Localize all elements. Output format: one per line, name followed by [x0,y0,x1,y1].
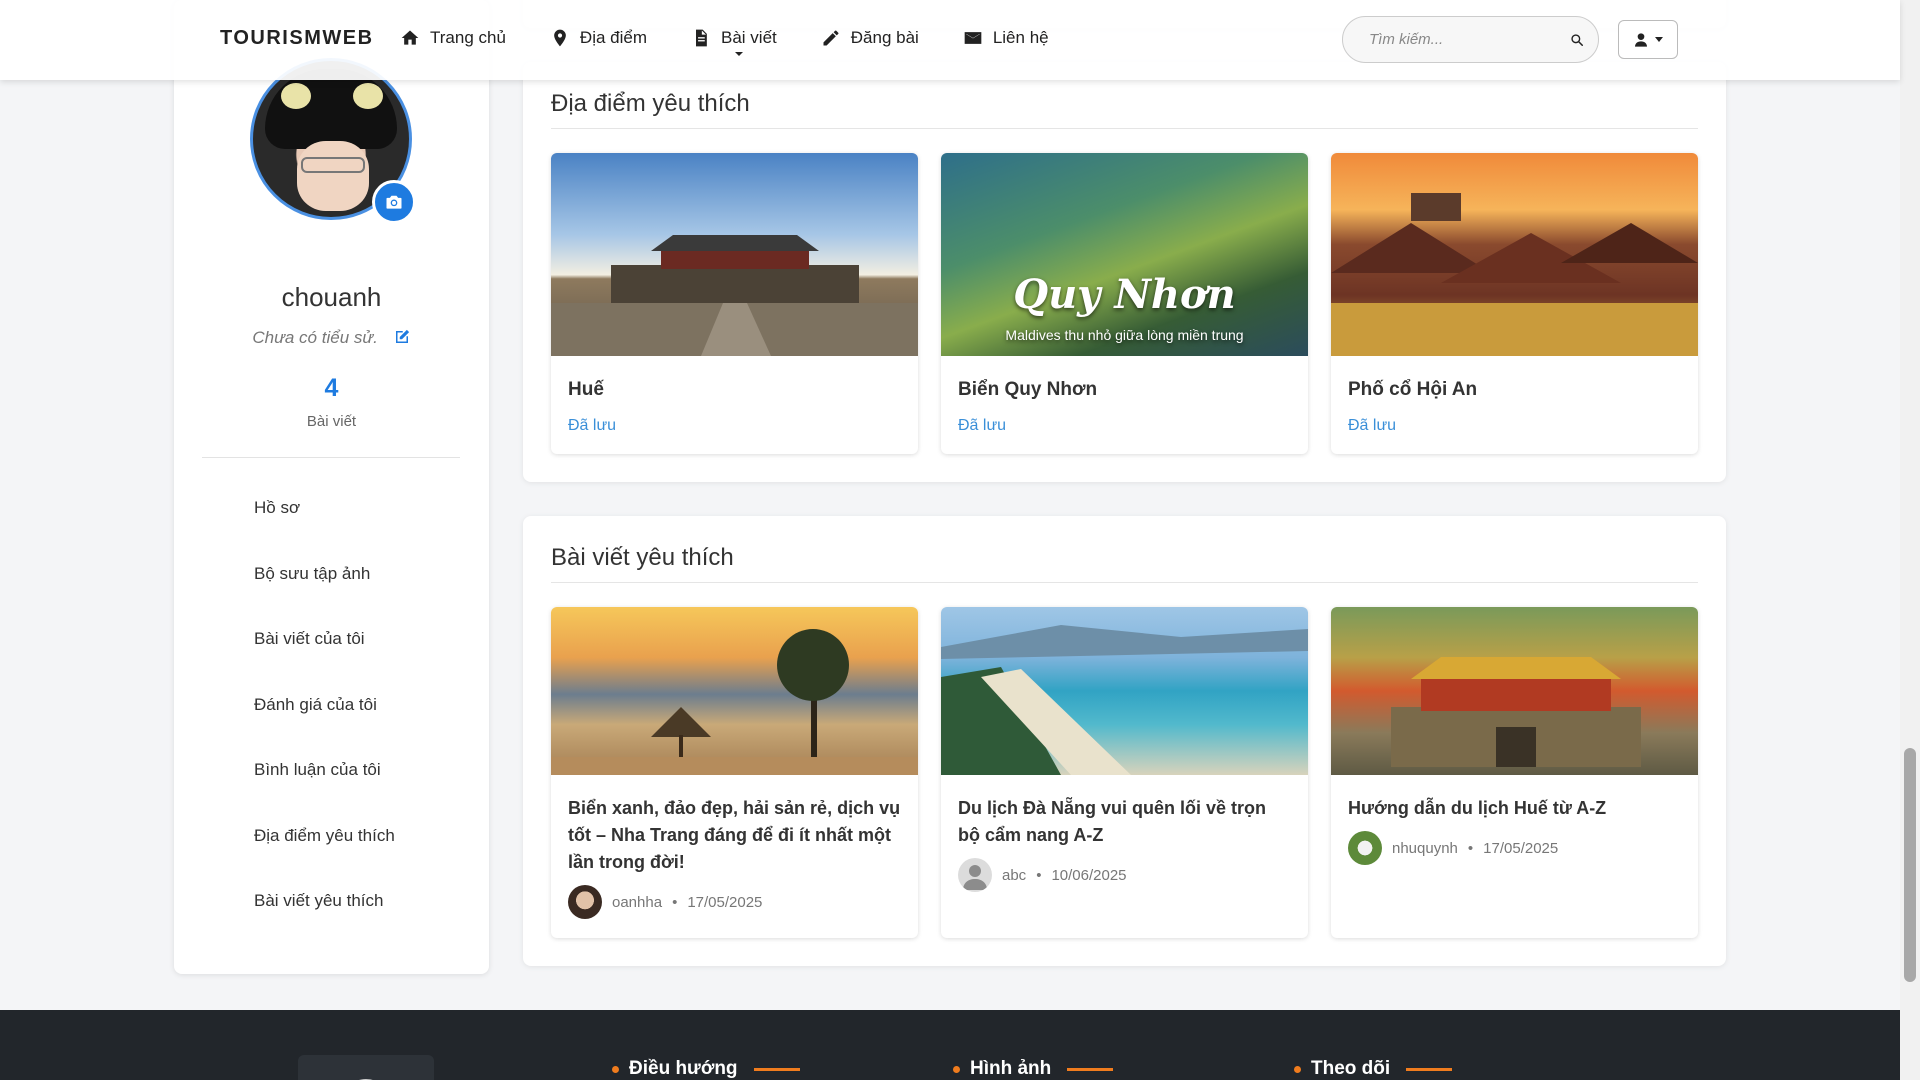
chevron-down-icon [735,52,744,56]
search-icon[interactable] [1570,29,1584,51]
sidebar-item-my-reviews[interactable]: Đánh giá của tôi [254,694,395,760]
bio-line: Chưa có tiểu sử. [174,328,489,348]
section-title: Địa điểm yêu thích [551,90,750,117]
footer-heading-label: Điều hướng [629,1058,738,1079]
divider [551,128,1698,129]
post-date: 10/06/2025 [1051,866,1127,884]
meta-separator: • [672,893,678,911]
post-card[interactable]: Du lịch Đà Nẵng vui quên lối về trọn bộ … [941,607,1308,938]
file-icon [696,29,707,47]
camera-icon [386,195,402,209]
home-icon [401,30,419,45]
footer-heading-navigation: Điều hướng [612,1058,800,1080]
meta-separator: • [1467,839,1474,857]
post-count: 4 [324,374,339,402]
post-meta: nhuquynh • 17/05/2025 [1348,831,1558,865]
footer-heading-label: Hình ảnh [970,1058,1052,1079]
divider [202,457,460,458]
post-title: Du lịch Đà Nẵng vui quên lối về trọn bộ … [958,798,1267,845]
nav-contact-label: Liên hệ [992,28,1049,47]
nav-links: Trang chủ Địa điểm Bài viết Đăng bài Liê… [400,28,1093,56]
sidebar-item-profile[interactable]: Hồ sơ [254,497,395,563]
saved-link[interactable]: Đã lưu [568,417,616,435]
sidebar-item-my-posts[interactable]: Bài viết của tôi [254,628,395,694]
top-navbar: TOURISMWEB Trang chủ Địa điểm Bài viết Đ… [0,0,1900,80]
post-image [1331,607,1698,775]
change-avatar-button[interactable] [372,180,416,224]
section-title: Bài viết yêu thích [551,544,734,571]
place-card[interactable]: Huế Đã lưu [551,153,918,454]
sidebar-item-my-comments[interactable]: Bình luận của tôi [254,759,395,825]
nav-write-label: Đăng bài [850,28,919,47]
saved-link[interactable]: Đã lưu [1348,417,1396,435]
search-input[interactable] [1369,31,1570,48]
user-menu-button[interactable] [1618,20,1678,59]
search-box [1342,16,1599,63]
divider [551,582,1698,583]
nav-write[interactable]: Đăng bài [821,28,919,48]
post-meta: abc • 10/06/2025 [958,858,1127,892]
post-count-label: Bài viết [306,413,357,430]
place-title: Huế [568,379,604,400]
site-footer: Điều hướng Hình ảnh Theo dõi [0,1010,1900,1080]
nav-places[interactable]: Địa điểm [550,28,647,48]
nav-home[interactable]: Trang chủ [400,28,506,48]
post-image [941,607,1308,775]
bio-text: Chưa có tiểu sử. [252,328,378,347]
place-title: Biển Quy Nhơn [958,379,1098,400]
footer-heading-follow: Theo dõi [1294,1058,1453,1080]
nav-home-label: Trang chủ [430,28,506,47]
map-pin-icon [554,29,566,47]
saved-link[interactable]: Đã lưu [958,417,1006,435]
envelope-icon [964,32,982,44]
brand-logo[interactable]: TOURISMWEB [220,27,374,50]
nav-contact[interactable]: Liên hệ [963,28,1049,48]
post-author: nhuquynh [1392,839,1458,857]
place-image [551,153,918,356]
chevron-down-icon [1655,37,1663,42]
image-subcaption: Maldives thu nhỏ giữa lòng miền trung [1005,327,1244,343]
sidebar-item-favorite-posts[interactable]: Bài viết yêu thích [254,890,395,956]
post-card[interactable]: Biển xanh, đảo đẹp, hải sản rẻ, dịch vụ … [551,607,918,938]
place-card[interactable]: Quy Nhơn Maldives thu nhỏ giữa lòng miền… [941,153,1308,454]
post-author: abc [1002,866,1027,884]
post-image [551,607,918,775]
footer-heading-label: Theo dõi [1311,1058,1391,1079]
place-image: Quy Nhơn Maldives thu nhỏ giữa lòng miền… [941,153,1308,356]
edit-icon[interactable] [393,328,411,346]
meta-separator: • [1036,866,1042,884]
sidebar-item-gallery[interactable]: Bộ sưu tập ảnh [254,563,395,629]
image-caption: Quy Nhơn [1013,271,1236,318]
post-date: 17/05/2025 [1483,839,1559,857]
post-author: oanhha [612,893,663,911]
author-avatar [568,885,602,919]
post-title: Biển xanh, đảo đẹp, hải sản rẻ, dịch vụ … [568,798,901,872]
place-card[interactable]: Phố cổ Hội An Đã lưu [1331,153,1698,454]
nav-places-label: Địa điểm [579,28,648,47]
nav-posts[interactable]: Bài viết [691,28,777,56]
favorite-places-section: Địa điểm yêu thích Huế Đã lưu Quy Nhơn M… [523,62,1726,482]
place-image [1331,153,1698,356]
username: chouanh [281,282,382,312]
post-date: 17/05/2025 [687,893,763,911]
post-card[interactable]: Hướng dẫn du lịch Huế từ A-Z nhuquynh • … [1331,607,1698,938]
nav-posts-label: Bài viết [721,28,777,47]
post-title: Hướng dẫn du lịch Huế từ A-Z [1348,798,1607,818]
author-avatar [1348,831,1382,865]
post-meta: oanhha • 17/05/2025 [568,885,762,919]
pencil-icon [823,30,839,46]
favorite-posts-section: Bài viết yêu thích Biển xanh, đảo đẹp, h… [523,516,1726,966]
user-icon [1635,32,1647,47]
sidebar-item-favorite-places[interactable]: Địa điểm yêu thích [254,825,395,891]
author-avatar [958,858,992,892]
profile-sidebar: chouanh Chưa có tiểu sử. 4 Bài viết Hồ s… [174,0,489,974]
sidebar-menu: Hồ sơ Bộ sưu tập ảnh Bài viết của tôi Đá… [254,497,395,956]
place-title: Phố cổ Hội An [1348,379,1478,400]
footer-logo [298,1055,434,1080]
scrollbar-thumb[interactable] [1904,748,1916,982]
footer-heading-images: Hình ảnh [953,1058,1114,1080]
